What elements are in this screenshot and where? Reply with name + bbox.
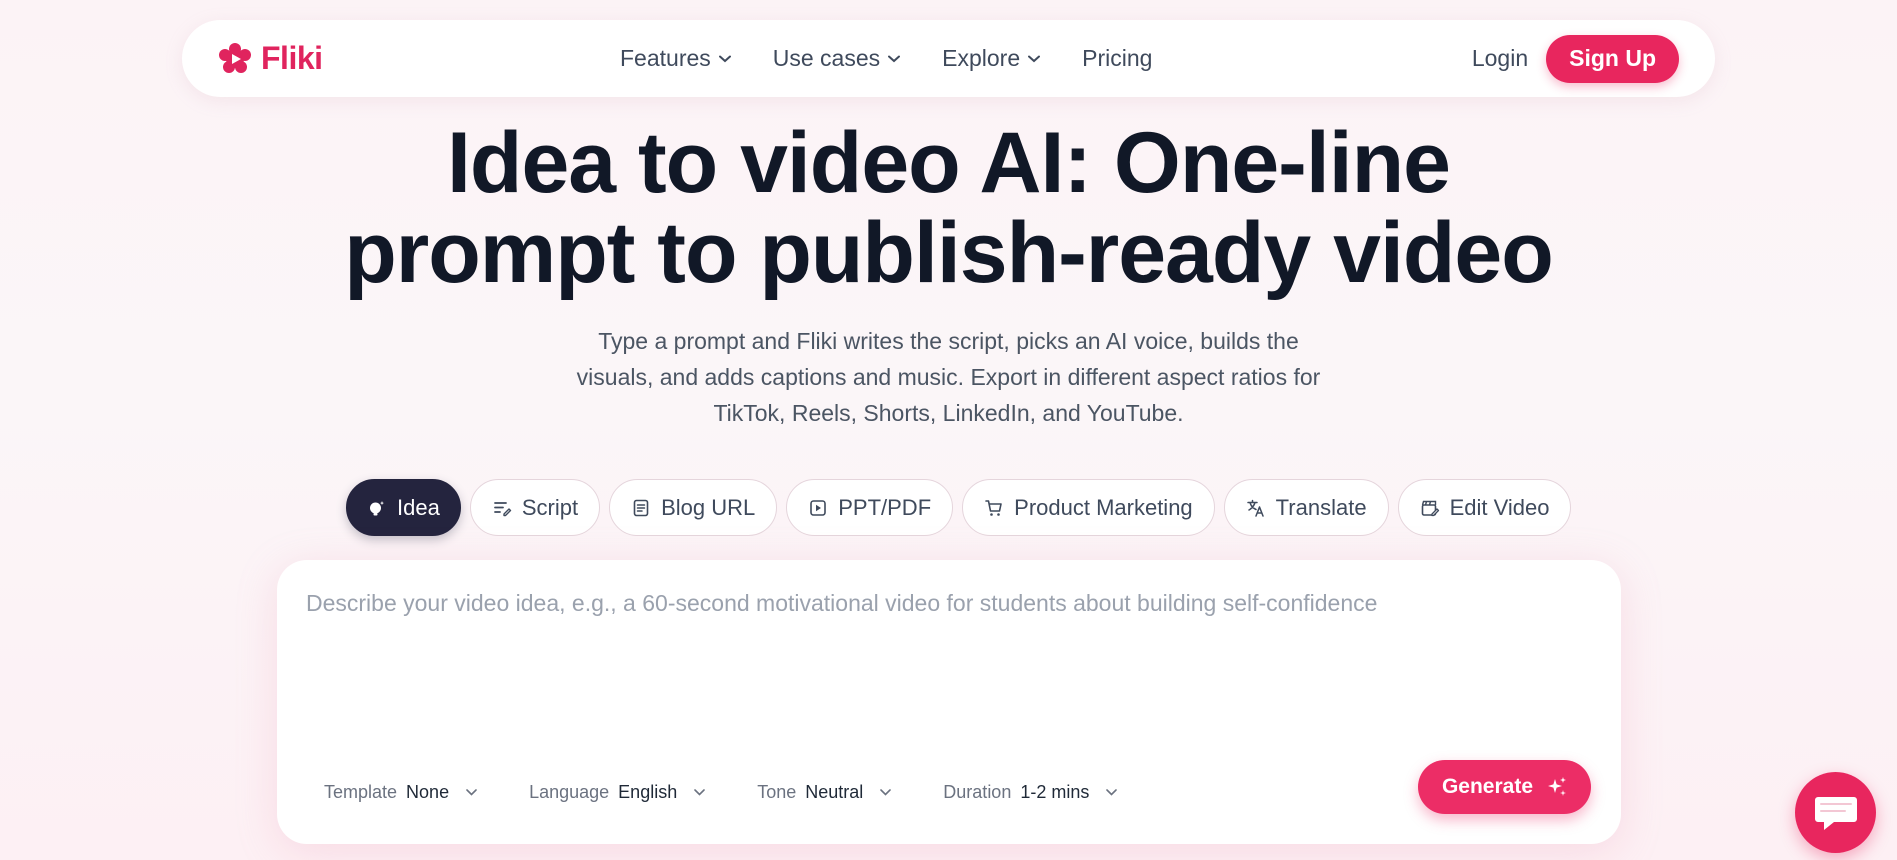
generation-options: Template None Language English Tone Neut… xyxy=(324,772,1169,812)
page-title-line-1: Idea to video AI: One-line xyxy=(447,115,1451,211)
top-navbar: Fliki Features Use cases Explore Pricing… xyxy=(182,20,1715,97)
shopping-cart-icon xyxy=(985,499,1002,516)
language-select-label: Language xyxy=(529,781,610,802)
tab-translate-label: Translate xyxy=(1275,494,1367,520)
chevron-down-icon xyxy=(880,788,892,796)
tab-product-marketing[interactable]: Product Marketing xyxy=(962,479,1215,536)
nav-features[interactable]: Features xyxy=(620,45,731,72)
nav-pricing[interactable]: Pricing xyxy=(1082,45,1152,72)
chat-widget-button[interactable] xyxy=(1795,772,1876,853)
chevron-down-icon xyxy=(888,55,901,62)
tone-select[interactable]: Tone Neutral xyxy=(757,781,892,803)
login-link[interactable]: Login xyxy=(1472,45,1528,72)
generate-button[interactable]: Generate xyxy=(1417,760,1591,814)
tab-blog-url[interactable]: Blog URL xyxy=(609,479,778,536)
tab-edit-video[interactable]: Edit Video xyxy=(1397,479,1572,536)
nav-use-cases-label: Use cases xyxy=(772,45,881,71)
nav-explore[interactable]: Explore xyxy=(942,45,1041,72)
chevron-down-icon xyxy=(1028,55,1041,62)
page-subtitle: Type a prompt and Fliki writes the scrip… xyxy=(576,328,1321,426)
language-select[interactable]: Language English xyxy=(529,781,706,803)
page-title: Idea to video AI: One-line prompt to pub… xyxy=(0,118,1897,298)
duration-select-value: 1-2 mins xyxy=(1020,781,1090,802)
nav-features-label: Features xyxy=(620,45,711,71)
chevron-down-icon xyxy=(694,788,706,796)
nav-explore-label: Explore xyxy=(942,45,1021,71)
tone-select-label: Tone xyxy=(757,781,797,802)
clapperboard-edit-icon xyxy=(1421,500,1439,516)
duration-select[interactable]: Duration 1-2 mins xyxy=(943,781,1118,803)
main-menu: Features Use cases Explore Pricing xyxy=(620,20,1194,97)
template-select-value: None xyxy=(406,781,450,802)
translate-icon xyxy=(1246,499,1264,517)
page-title-line-2: prompt to publish-ready video xyxy=(344,205,1554,301)
lightbulb-icon xyxy=(370,500,384,515)
document-icon xyxy=(633,499,649,516)
tab-ppt-pdf[interactable]: PPT/PDF xyxy=(786,479,954,536)
input-mode-tabs: Idea Script Blog URL PPT/PDF Product Mar… xyxy=(346,479,1572,536)
chevron-down-icon xyxy=(466,788,477,796)
nav-use-cases[interactable]: Use cases xyxy=(772,45,901,72)
script-lines-icon xyxy=(493,501,512,516)
sparkles-icon xyxy=(1548,777,1566,796)
flower-play-icon xyxy=(219,42,251,73)
play-square-icon xyxy=(810,499,827,516)
tab-edit-video-label: Edit Video xyxy=(1449,494,1550,520)
template-select[interactable]: Template None xyxy=(324,782,477,803)
tab-idea-label: Idea xyxy=(397,494,440,520)
brand-name: Fliki xyxy=(261,40,323,76)
tab-blog-url-label: Blog URL xyxy=(661,494,756,520)
tab-product-marketing-label: Product Marketing xyxy=(1014,494,1193,520)
signup-button[interactable]: Sign Up xyxy=(1546,34,1679,83)
duration-select-label: Duration xyxy=(943,781,1012,802)
template-select-label: Template xyxy=(324,781,398,802)
brand-logo[interactable]: Fliki xyxy=(219,20,323,97)
tone-select-value: Neutral xyxy=(805,781,864,802)
chat-bubble-icon xyxy=(1814,796,1857,830)
tab-idea[interactable]: Idea xyxy=(346,479,461,536)
chevron-down-icon xyxy=(718,55,731,62)
tab-translate[interactable]: Translate xyxy=(1223,479,1389,536)
nav-pricing-label: Pricing xyxy=(1082,45,1153,71)
tab-script[interactable]: Script xyxy=(469,479,601,536)
tab-ppt-pdf-label: PPT/PDF xyxy=(838,494,932,520)
tab-script-label: Script xyxy=(521,494,579,520)
language-select-value: English xyxy=(618,781,678,802)
auth-actions: Login Sign Up xyxy=(1472,20,1679,97)
video-idea-input[interactable] xyxy=(306,590,1586,710)
chevron-down-icon xyxy=(1106,788,1118,796)
generate-button-label: Generate xyxy=(1441,775,1533,798)
prompt-card: Template None Language English Tone Neut… xyxy=(277,560,1621,844)
